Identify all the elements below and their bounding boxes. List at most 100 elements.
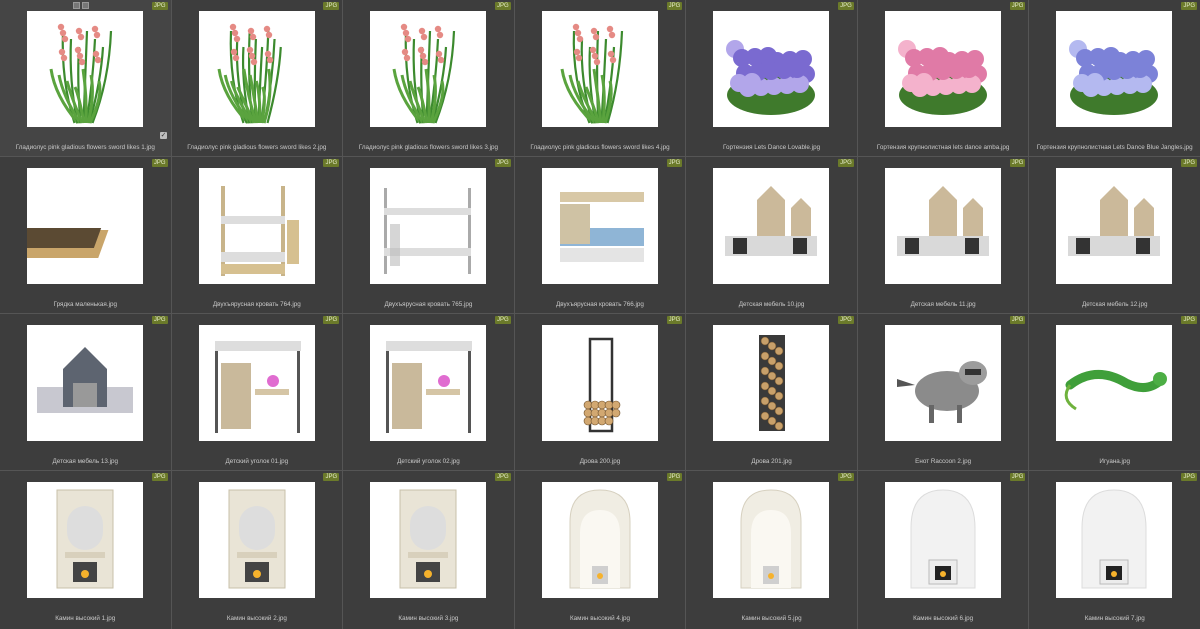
thumbnail-image[interactable]: [884, 11, 1001, 127]
thumbnail-cell[interactable]: JPG Камин высокий 7.jpg: [1029, 471, 1200, 629]
thumbnail-cell[interactable]: JPG Гортензия крупнолистная lets dance am…: [857, 0, 1029, 156]
bunk-bed-shelves-image: [559, 192, 644, 262]
file-type-badge: JPG: [1009, 159, 1026, 167]
file-type-badge: JPG: [1181, 316, 1197, 324]
pencil-icon[interactable]: [82, 2, 89, 9]
file-type-badge: JPG: [323, 473, 340, 481]
selected-check-icon[interactable]: ✓: [160, 132, 167, 139]
thumbnail-cell[interactable]: JPG Дрова 201.jpg: [686, 314, 857, 470]
file-type-badge: JPG: [323, 159, 340, 167]
thumbnail-filename: Гладиолус pink gladious flowers sword li…: [187, 144, 327, 151]
thumbnail-cell[interactable]: JPG Камин высокий 5.jpg: [686, 471, 857, 629]
fireplace-2-image: [228, 489, 286, 589]
fireplace-6-image: [910, 489, 976, 589]
fireplace-3-image: [399, 489, 457, 589]
thumbnail-image[interactable]: [1056, 325, 1173, 441]
thumbnail-cell[interactable]: JPG Гортензия крупнолистная Lets Dance Bl…: [1029, 0, 1200, 156]
thumbnail-image[interactable]: [541, 11, 658, 127]
thumbnail-image[interactable]: [1056, 482, 1173, 598]
thumbnail-image[interactable]: [198, 482, 315, 598]
thumbnail-cell[interactable]: JPG Двухъярусная кровать 766.jpg: [514, 157, 686, 313]
file-type-badge: JPG: [495, 473, 511, 481]
file-type-badge: JPG: [151, 2, 168, 10]
thumbnail-cell[interactable]: JPG Гортензия Lets Dance Lovable.jpg: [686, 0, 857, 156]
thumbnail-filename: Двухъярусная кровать 765.jpg: [384, 301, 473, 308]
file-type-badge: JPG: [838, 316, 854, 324]
thumbnail-cell[interactable]: JPG Детская мебель 10.jpg: [686, 157, 857, 313]
thumbnail-image[interactable]: [541, 168, 658, 284]
hydrangea-blue-image: [1069, 40, 1159, 115]
thumbnail-toolbar: [73, 2, 89, 9]
thumbnail-cell[interactable]: JPG Гладиолус pink gladious flowers sword…: [0, 0, 171, 156]
thumbnail-image[interactable]: [713, 482, 830, 598]
thumbnail-image[interactable]: [884, 482, 1001, 598]
file-type-badge: JPG: [323, 316, 340, 324]
thumbnail-filename: Двухъярусная кровать 766.jpg: [556, 301, 644, 308]
thumbnail-filename: Детская мебель 12.jpg: [1081, 301, 1148, 308]
square-icon[interactable]: [73, 2, 80, 9]
kids-furniture-11-image: [896, 186, 989, 256]
thumbnail-cell[interactable]: JPG Камин высокий 2.jpg: [171, 471, 343, 629]
thumbnail-image[interactable]: [1056, 168, 1173, 284]
thumbnail-filename: Грядка маленькая.jpg: [53, 301, 117, 308]
thumbnail-filename: Енот Raccoon 2.jpg: [915, 458, 972, 465]
thumbnail-cell[interactable]: JPG Детский уголок 02.jpg: [343, 314, 514, 470]
thumbnail-filename: Детский уголок 02.jpg: [397, 458, 460, 465]
thumbnail-cell[interactable]: JPG Детская мебель 11.jpg: [857, 157, 1029, 313]
thumbnail-cell[interactable]: JPG Камин высокий 4.jpg: [514, 471, 686, 629]
thumbnail-image[interactable]: [27, 482, 143, 598]
thumbnail-cell[interactable]: JPG Гладиолус pink gladious flowers sword…: [171, 0, 343, 156]
thumbnail-cell[interactable]: JPG Гладиолус pink gladious flowers sword…: [343, 0, 514, 156]
thumbnail-image[interactable]: [27, 11, 143, 127]
gladiolus-1-image: [49, 23, 113, 124]
thumbnail-image[interactable]: [713, 11, 830, 127]
thumbnail-cell[interactable]: JPG Камин высокий 1.jpg: [0, 471, 171, 629]
thumbnail-image[interactable]: [198, 168, 315, 284]
thumbnail-image[interactable]: [541, 482, 658, 598]
thumbnail-cell[interactable]: JPG Детская мебель 13.jpg: [0, 314, 171, 470]
thumbnail-cell[interactable]: JPG Дрова 200.jpg: [514, 314, 686, 470]
thumbnail-cell[interactable]: JPG Енот Raccoon 2.jpg: [857, 314, 1029, 470]
thumbnail-filename: Детская мебель 11.jpg: [910, 301, 976, 308]
thumbnail-filename: Дрова 200.jpg: [579, 458, 621, 465]
thumbnail-image[interactable]: [198, 11, 315, 127]
thumbnail-cell[interactable]: JPG Гладиолус pink gladious flowers sword…: [514, 0, 686, 156]
thumbnail-image[interactable]: [370, 325, 487, 441]
file-type-badge: JPG: [1181, 2, 1197, 10]
bunk-bed-metal-image: [384, 188, 472, 274]
thumbnail-cell[interactable]: JPG Детский уголок 01.jpg: [171, 314, 343, 470]
thumbnail-image[interactable]: [27, 168, 143, 284]
thumbnail-image[interactable]: [198, 325, 315, 441]
gladiolus-2-image: [217, 23, 282, 125]
thumbnail-cell[interactable]: JPG Двухъярусная кровать 765.jpg: [343, 157, 514, 313]
thumbnail-filename: Гладиолус pink gladious flowers sword li…: [530, 144, 670, 151]
file-type-badge: JPG: [666, 2, 683, 10]
kids-corner-02-image: [386, 341, 473, 433]
thumbnail-image[interactable]: [713, 325, 830, 441]
thumbnail-image[interactable]: [370, 168, 487, 284]
thumbnail-cell[interactable]: JPG Камин высокий 6.jpg: [857, 471, 1029, 629]
thumbnail-filename: Игуана.jpg: [1099, 458, 1130, 465]
thumbnail-filename: Камин высокий 7.jpg: [1084, 615, 1145, 622]
thumbnail-filename: Дрова 201.jpg: [751, 458, 792, 465]
thumbnail-image[interactable]: [370, 482, 487, 598]
thumbnail-image[interactable]: [884, 325, 1001, 441]
file-type-badge: JPG: [1181, 159, 1197, 167]
thumbnail-cell[interactable]: JPG Грядка маленькая.jpg: [0, 157, 171, 313]
thumbnail-cell[interactable]: JPG Игуана.jpg: [1029, 314, 1200, 470]
thumbnail-image[interactable]: [541, 325, 658, 441]
thumbnail-filename: Камин высокий 5.jpg: [741, 615, 802, 622]
thumbnail-image[interactable]: [370, 11, 487, 127]
file-type-badge: JPG: [666, 316, 683, 324]
thumbnail-image[interactable]: [884, 168, 1001, 284]
bunk-bed-image: [220, 186, 299, 276]
file-type-badge: JPG: [151, 316, 168, 324]
thumbnail-image[interactable]: [1056, 11, 1173, 127]
thumbnail-cell[interactable]: JPG Двухъярусная кровать 764.jpg: [171, 157, 343, 313]
kids-furniture-12-image: [1068, 186, 1161, 256]
thumbnail-image[interactable]: [27, 325, 143, 441]
thumbnail-cell[interactable]: JPG Камин высокий 3.jpg: [343, 471, 514, 629]
thumbnail-image[interactable]: [713, 168, 830, 284]
thumbnail-cell[interactable]: JPG Детская мебель 12.jpg: [1029, 157, 1200, 313]
file-type-badge: JPG: [838, 473, 854, 481]
